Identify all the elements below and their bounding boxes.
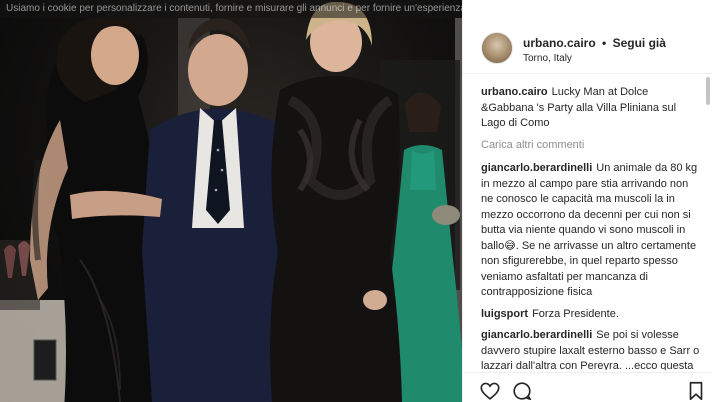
comment-username[interactable]: giancarlo.berardinelli [481, 329, 592, 341]
username-link[interactable]: urbano.cairo [523, 36, 596, 50]
comment-username[interactable]: giancarlo.berardinelli [481, 162, 592, 174]
cookie-notice: Usiamo i cookie per personalizzare i con… [0, 0, 462, 18]
location-link[interactable]: Torno, Italy [523, 53, 572, 64]
comments-scrollbar[interactable] [703, 75, 711, 371]
caption: urbano.cairo Lucky Man at Dolce &Gabbana … [481, 85, 703, 132]
post-author: urbano.cairo • Segui già [523, 36, 666, 50]
comment-text: Forza Presidente. [532, 307, 619, 320]
comment-button[interactable] [511, 380, 533, 402]
scrollbar-thumb[interactable] [706, 77, 710, 105]
comment-item: luigsport Forza Presidente. [481, 307, 703, 323]
separator-dot: • [602, 36, 607, 50]
avatar[interactable] [481, 32, 513, 64]
post-header: urbano.cairo • Segui già Torno, Italy [463, 0, 712, 74]
like-button[interactable] [479, 380, 501, 402]
save-button[interactable] [685, 380, 707, 402]
post-actions [463, 372, 712, 402]
following-button[interactable]: Segui già [613, 36, 666, 50]
comment-item: giancarlo.berardinelli Un animale da 80 k… [481, 161, 703, 301]
caption-username[interactable]: urbano.cairo [481, 86, 548, 98]
heart-icon [480, 382, 500, 400]
post-photo[interactable]: Usiamo i cookie per personalizzare i con… [0, 0, 462, 402]
bookmark-icon [689, 381, 703, 401]
comment-text: Un animale da 80 kg in mezzo al campo pa… [481, 162, 698, 298]
photo-scene [0, 1, 462, 402]
comment-item: giancarlo.berardinelli Se poi si volesse … [481, 328, 703, 370]
comment-username[interactable]: luigsport [481, 308, 528, 320]
load-more-comments[interactable]: Carica altri commenti [481, 138, 703, 154]
post-side-panel: urbano.cairo • Segui già Torno, Italy ur… [462, 0, 712, 402]
comment-icon [513, 382, 532, 401]
comments-list[interactable]: urbano.cairo Lucky Man at Dolce &Gabbana … [463, 75, 712, 370]
